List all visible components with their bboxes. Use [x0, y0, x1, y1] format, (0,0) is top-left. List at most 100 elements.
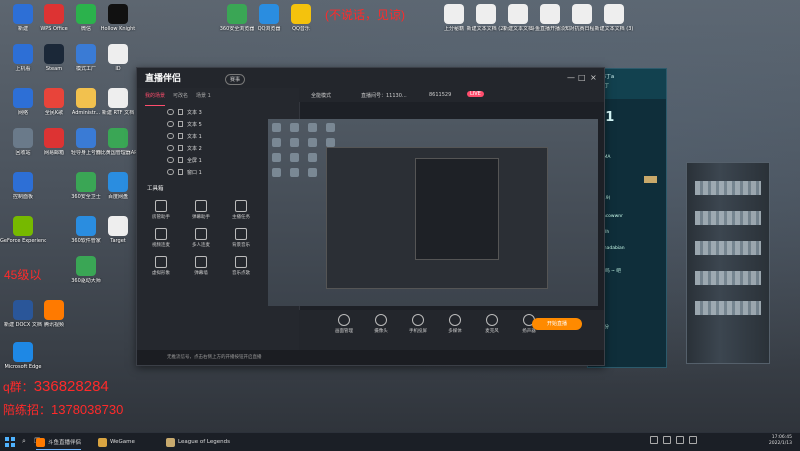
toolbox-item[interactable]: 音乐点歌	[223, 256, 259, 276]
toolbox-item[interactable]: 弹幕助手	[183, 200, 219, 220]
scene-source-label: 文本 3	[187, 109, 202, 116]
desktop-icon[interactable]: QQ音乐	[278, 4, 324, 32]
scene-tab[interactable]: 可改名	[173, 92, 188, 106]
taskbar-app-icon	[166, 437, 175, 447]
minimize-icon[interactable]: —	[567, 73, 575, 82]
lock-icon[interactable]	[178, 121, 183, 127]
close-icon[interactable]: ×	[590, 73, 597, 82]
scene-tab[interactable]: 场景 1	[196, 92, 211, 106]
toolbox-item[interactable]: 房管助手	[143, 200, 179, 220]
network-icon[interactable]	[663, 436, 671, 444]
source-tool-label: 画面管理	[335, 329, 353, 334]
toolbox-item[interactable]: 背景音乐	[223, 228, 259, 248]
search-icon[interactable]: ⌕	[22, 437, 26, 446]
start-live-button[interactable]: 开始直播	[532, 318, 582, 330]
desktop-icon[interactable]: 控制面板	[0, 172, 46, 200]
desktop-icon-image	[76, 44, 96, 64]
desktop-icon[interactable]: GeForce Experience	[0, 216, 46, 244]
desktop-icon[interactable]: 百度网盘	[95, 172, 141, 200]
volume-icon[interactable]	[676, 436, 684, 444]
tool-label: 虚拟形象	[152, 271, 170, 276]
desktop-icon[interactable]: Target	[95, 216, 141, 244]
taskbar-app[interactable]: 斗鱼直播伴侣	[36, 435, 82, 450]
eye-icon[interactable]	[167, 133, 174, 139]
toolbox-item[interactable]: 虚拟形象	[143, 256, 179, 276]
desktop-icon-image	[13, 300, 33, 320]
desktop-icon-image	[76, 256, 96, 276]
desktop-icon[interactable]: Microsoft Edge	[0, 342, 46, 370]
desktop-icon-label: QQ音乐	[292, 26, 310, 32]
desktop-icon-label: 控制面板	[12, 194, 33, 200]
scene-source-label: 文本 1	[187, 133, 202, 140]
tray-icon[interactable]	[650, 436, 658, 444]
desktop-icon-image	[227, 4, 247, 24]
tool-icon	[235, 200, 247, 212]
desktop-icon-label: 百度网盘	[107, 194, 128, 200]
vending-machine	[686, 162, 770, 364]
vending-shelf	[695, 271, 761, 285]
desktop-icon[interactable]: 新建文本文档 (3)	[591, 4, 637, 32]
desktop-icon[interactable]: Hollow Knight	[95, 4, 141, 32]
start-icon[interactable]	[5, 437, 15, 447]
source-tool-button[interactable]: 摄像头	[366, 314, 396, 334]
chat-gift-tag	[644, 176, 657, 183]
source-tool-icon	[375, 314, 387, 326]
stream-preview[interactable]	[268, 119, 598, 306]
lock-icon[interactable]	[178, 145, 183, 151]
status-bar-text: 无推流信号，点击右侧上方的开播按钮开启直播	[167, 355, 262, 360]
stream-control-bar: 画面管理 摄像头 手机投屏 多媒体 麦克风 扬声器	[299, 310, 604, 350]
eye-icon[interactable]	[167, 169, 174, 175]
eye-icon[interactable]	[167, 109, 174, 115]
eye-icon[interactable]	[167, 157, 174, 163]
desktop-icon-image	[508, 4, 528, 24]
toolbox-item[interactable]: 多人连麦	[183, 228, 219, 248]
taskbar-clock[interactable]: 17:06:45 2022/1/13	[769, 435, 792, 447]
tool-icon	[155, 228, 167, 240]
vending-shelf	[695, 181, 761, 195]
toolbox-item[interactable]: 主播任务	[223, 200, 259, 220]
ime-icon[interactable]	[689, 436, 697, 444]
tool-icon	[195, 200, 207, 212]
scene-source-label: 文本 2	[187, 145, 202, 152]
tool-icon	[155, 256, 167, 268]
lock-icon[interactable]	[178, 157, 183, 163]
maximize-icon[interactable]: □	[578, 73, 586, 82]
desktop-icon[interactable]: 新建 RTF 文档	[95, 88, 141, 116]
desktop-icon-label: 新建文本文档 (3)	[594, 26, 634, 32]
desktop-icon-label: 腾讯视频	[43, 322, 64, 328]
desktop-icon[interactable]: ID	[95, 44, 141, 72]
app-mode-badge[interactable]: 赛事	[225, 74, 246, 85]
toolbox-item[interactable]: 视频连麦	[143, 228, 179, 248]
source-tool-button[interactable]: 手机投屏	[403, 314, 433, 334]
toolbox-item[interactable]: 弹幕墙	[183, 256, 219, 276]
lock-icon[interactable]	[178, 133, 183, 139]
desktop-icon-image	[13, 172, 33, 192]
desktop-icon-image	[44, 300, 64, 320]
taskbar-app[interactable]: WeGame	[98, 435, 135, 449]
scene-tab[interactable]: 我的场景	[145, 92, 166, 106]
taskbar: ⌕ ❐ 斗鱼直播伴侣WeGameLeague of Legends 17:06:…	[0, 432, 800, 451]
lock-icon[interactable]	[178, 109, 183, 115]
desktop-icon[interactable]: 帅比黄国管理器APP	[95, 128, 141, 156]
desktop-icon-image	[444, 4, 464, 24]
source-tool-button[interactable]: 多媒体	[440, 314, 470, 334]
desktop-icon-label: 360驱动大师	[71, 278, 101, 284]
taskbar-app[interactable]: League of Legends	[166, 435, 230, 449]
desktop-icon-label: Microsoft Edge	[4, 364, 42, 370]
desktop-icon-label: ID	[115, 66, 121, 72]
eye-icon[interactable]	[167, 145, 174, 151]
desktop-icon-label: 新建 RTF 文档	[101, 110, 135, 116]
desktop-icon-image	[44, 128, 64, 148]
source-tool-button[interactable]: 画面管理	[329, 314, 359, 334]
tool-label: 音乐点歌	[232, 271, 250, 276]
source-tool-button[interactable]: 麦克风	[477, 314, 507, 334]
tool-label: 多人连麦	[192, 243, 210, 248]
scene-source-item[interactable]: 文本 3	[137, 106, 299, 118]
desktop-icon-image	[108, 44, 128, 64]
source-tool-label: 麦克风	[485, 329, 499, 334]
eye-icon[interactable]	[167, 121, 174, 127]
desktop-icon[interactable]: 360驱动大师	[63, 256, 109, 284]
lock-icon[interactable]	[178, 169, 183, 175]
mode-selector[interactable]: 全能模式	[311, 92, 331, 99]
desktop-icon[interactable]: 腾讯视频	[31, 300, 77, 328]
